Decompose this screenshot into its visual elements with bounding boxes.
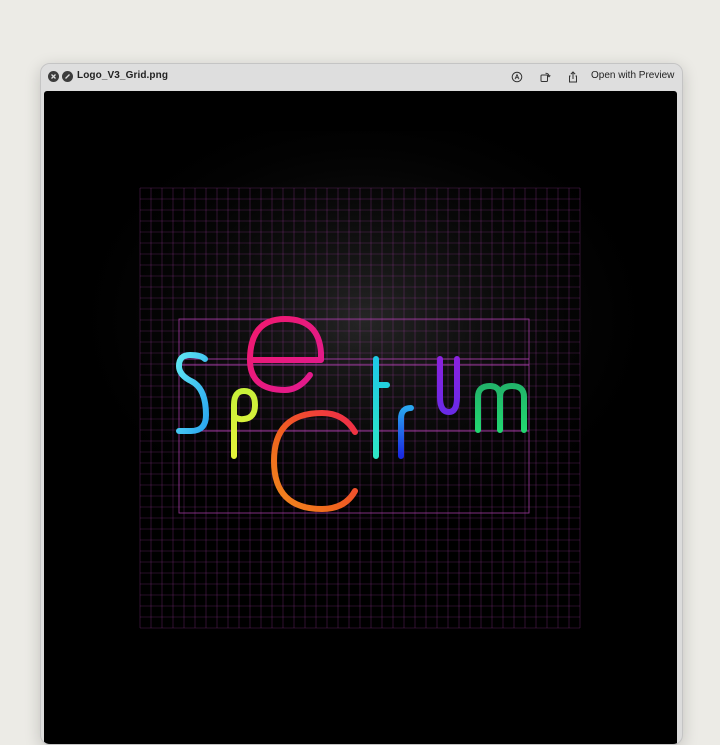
close-icon[interactable] — [48, 71, 59, 82]
rotate-icon[interactable] — [537, 69, 553, 85]
logo-image — [84, 131, 644, 629]
markup-icon[interactable] — [509, 69, 525, 85]
image-viewer — [44, 91, 677, 744]
title-bar[interactable]: Logo_V3_Grid.png Open with Preview — [41, 64, 682, 90]
open-with-preview-button[interactable]: Open with Preview — [591, 70, 674, 81]
fullscreen-icon[interactable] — [62, 71, 73, 82]
share-icon[interactable] — [565, 69, 581, 85]
preview-window: Logo_V3_Grid.png Open with Preview — [40, 63, 683, 745]
window-title: Logo_V3_Grid.png — [77, 70, 169, 81]
